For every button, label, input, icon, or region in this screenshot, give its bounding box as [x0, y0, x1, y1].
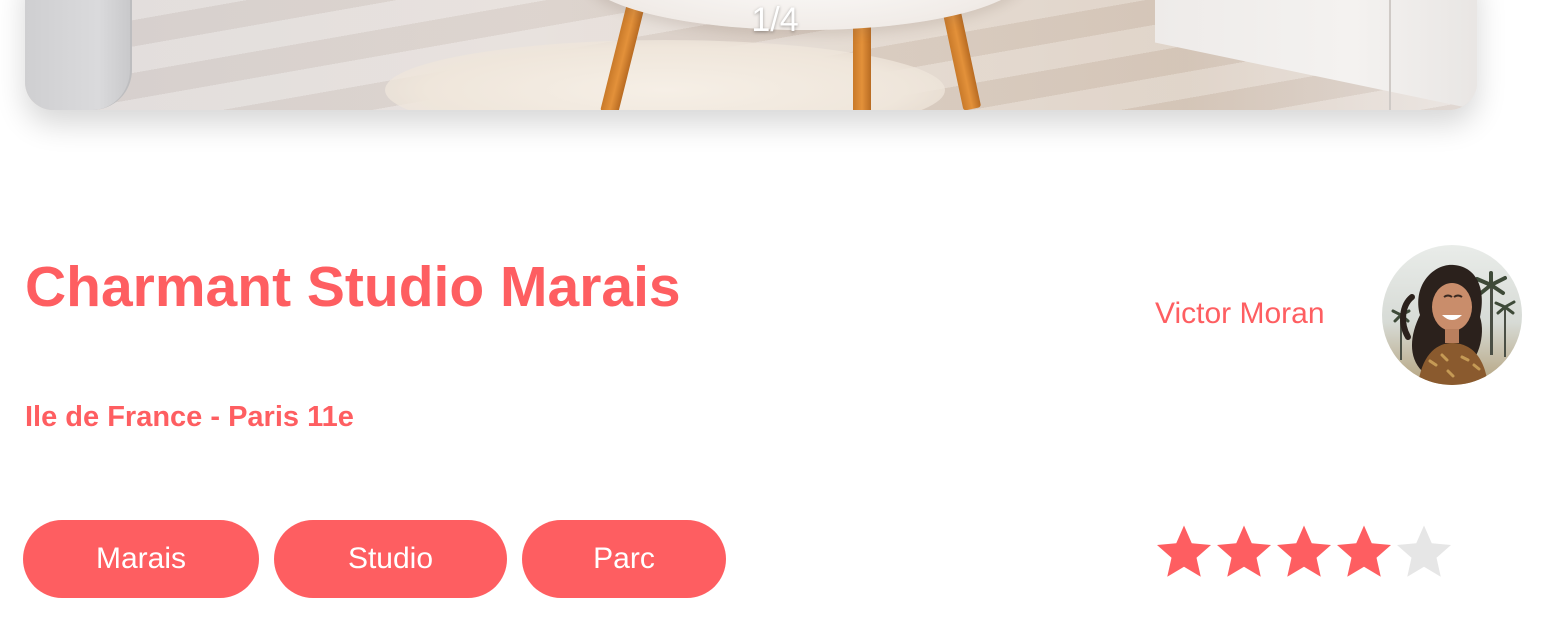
photo-sofa — [25, 0, 132, 110]
tag-studio[interactable]: Studio — [274, 520, 507, 598]
avatar-photo — [1391, 264, 1516, 385]
tag-parc[interactable]: Parc — [522, 520, 726, 598]
photo-carousel[interactable]: 1/4 — [25, 0, 1477, 110]
star-filled-icon — [1337, 525, 1391, 577]
tag-marais[interactable]: Marais — [23, 520, 259, 598]
listing-page: 1/4 Charmant Studio Marais Ile de France… — [0, 0, 1546, 644]
star-filled-icon — [1217, 525, 1271, 577]
photo-table-leg — [853, 20, 871, 110]
star-filled-icon — [1157, 525, 1211, 577]
photo-cabinet-edge — [1389, 0, 1391, 110]
rating-stars — [1154, 520, 1454, 582]
listing-location: Ile de France - Paris 11e — [25, 401, 354, 433]
star-empty-icon — [1397, 525, 1451, 577]
host-name[interactable]: Victor Moran — [1155, 297, 1325, 331]
tag-list: Marais Studio Parc — [23, 520, 726, 598]
listing-title: Charmant Studio Marais — [25, 255, 681, 319]
host-avatar[interactable] — [1382, 245, 1522, 385]
star-filled-icon — [1277, 525, 1331, 577]
photo-counter: 1/4 — [751, 1, 799, 39]
